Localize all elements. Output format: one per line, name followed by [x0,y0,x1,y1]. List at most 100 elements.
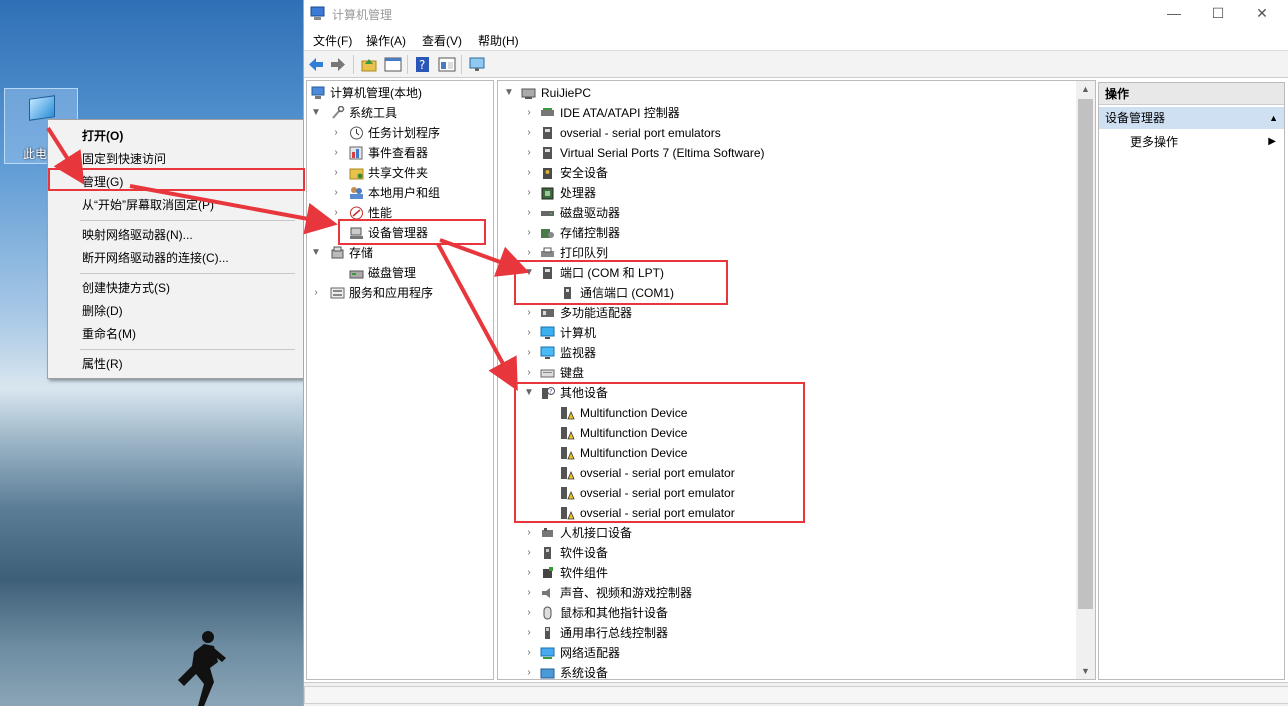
menu-rename[interactable]: 重命名(M) [82,324,136,344]
forward-arrow-icon[interactable] [329,56,347,73]
device-item[interactable]: ovserial - serial port emulator [560,503,1060,523]
expand-chevron-icon[interactable]: › [524,363,534,383]
expand-chevron-icon[interactable]: › [524,563,534,583]
device-item-label: ovserial - serial port emulator [580,486,735,500]
expand-chevron-icon[interactable]: › [524,523,534,543]
device-category[interactable]: › 软件设备 [524,543,1064,563]
menu-action[interactable]: 操作(A) [366,32,406,49]
scroll-down-arrow-icon[interactable]: ▼ [1076,663,1095,679]
collapse-chevron-icon[interactable]: ▼ [311,243,321,263]
device-category[interactable]: › 打印队列 [524,243,1064,263]
expand-chevron-icon[interactable]: › [524,303,534,323]
expand-chevron-icon[interactable]: › [524,343,534,363]
menu-properties[interactable]: 属性(R) [82,354,123,374]
collapse-up-icon[interactable]: ▲ [1269,107,1278,129]
menu-view[interactable]: 查看(V) [422,32,462,49]
maximize-button[interactable]: ☐ [1208,4,1228,22]
collapse-chevron-icon[interactable]: ▼ [504,83,514,103]
expand-chevron-icon[interactable]: › [524,223,534,243]
menu-unpin-start[interactable]: 从“开始”屏幕取消固定(P) [82,195,214,215]
expand-chevron-icon[interactable]: › [331,203,341,223]
device-category[interactable]: ▼? 其他设备 [524,383,1064,403]
device-category[interactable]: › 安全设备 [524,163,1064,183]
show-hide-tree-icon[interactable] [384,56,402,73]
expand-chevron-icon[interactable]: › [331,143,341,163]
menu-manage[interactable]: 管理(G) [82,172,123,192]
up-folder-icon[interactable] [360,56,378,73]
expand-chevron-icon[interactable]: › [524,103,534,123]
expand-chevron-icon[interactable]: › [524,583,534,603]
menu-open[interactable]: 打开(O) [82,126,123,146]
menu-delete[interactable]: 删除(D) [82,301,123,321]
expand-chevron-icon[interactable]: › [331,163,341,183]
device-category[interactable]: › 软件组件 [524,563,1064,583]
submenu-arrow-icon[interactable]: ▶ [1268,133,1276,151]
device-category[interactable]: › 监视器 [524,343,1064,363]
device-category[interactable]: › 人机接口设备 [524,523,1064,543]
scroll-up-arrow-icon[interactable]: ▲ [1076,81,1095,97]
expand-chevron-icon[interactable]: › [311,283,321,303]
device-category[interactable]: › 系统设备 [524,663,1064,679]
expand-chevron-icon[interactable]: › [331,183,341,203]
device-category-label: 磁盘驱动器 [560,206,621,220]
expand-chevron-icon[interactable]: › [524,323,534,343]
menu-disconnect-network-drive[interactable]: 断开网络驱动器的连接(C)... [82,248,229,268]
expand-chevron-icon[interactable]: › [524,603,534,623]
menu-help[interactable]: 帮助(H) [478,32,519,49]
expand-chevron-icon[interactable]: › [331,123,341,143]
menu-create-shortcut[interactable]: 创建快捷方式(S) [82,278,170,298]
software-device-icon [544,547,551,559]
collapse-chevron-icon[interactable]: ▼ [524,383,534,403]
expand-chevron-icon[interactable]: › [524,623,534,643]
properties-view-icon[interactable] [438,56,456,73]
device-category[interactable]: › 网络适配器 [524,643,1064,663]
device-tree-root[interactable]: ▼ RuiJiePC [504,83,1064,103]
device-category[interactable]: › IDE ATA/ATAPI 控制器 [524,103,1064,123]
device-item[interactable]: ovserial - serial port emulator [560,483,1060,503]
device-category[interactable]: › 多功能适配器 [524,303,1064,323]
actions-device-manager[interactable]: 设备管理器 ▲ [1099,107,1284,129]
vertical-scrollbar[interactable]: ▲ ▼ [1076,81,1095,679]
monitor-toolbar-icon[interactable] [468,56,486,73]
expand-chevron-icon[interactable]: › [524,543,534,563]
expand-chevron-icon[interactable]: › [524,203,534,223]
sound-icon [542,588,550,598]
menu-map-network-drive[interactable]: 映射网络驱动器(N)... [82,225,193,245]
collapse-chevron-icon[interactable]: ▼ [311,103,321,123]
device-category[interactable]: › 存储控制器 [524,223,1064,243]
menu-pin-quick-access[interactable]: 固定到快速访问 [82,149,166,169]
more-actions[interactable]: 更多操作 [1130,133,1178,151]
minimize-button[interactable]: — [1164,4,1184,22]
clock-icon [350,126,363,140]
device-category[interactable]: › ovserial - serial port emulators [524,123,1064,143]
scrollbar-thumb[interactable] [1078,99,1093,609]
expand-chevron-icon[interactable]: › [524,643,534,663]
device-item[interactable]: ovserial - serial port emulator [560,463,1060,483]
device-category[interactable]: › Virtual Serial Ports 7 (Eltima Software… [524,143,1064,163]
expand-chevron-icon[interactable]: › [524,143,534,163]
expand-chevron-icon[interactable]: › [524,243,534,263]
device-item[interactable]: Multifunction Device [560,443,1060,463]
device-category[interactable]: › 键盘 [524,363,1064,383]
collapse-chevron-icon[interactable]: ▼ [524,263,534,283]
expand-chevron-icon[interactable]: › [524,663,534,679]
device-category[interactable]: › 声音、视频和游戏控制器 [524,583,1064,603]
device-category[interactable]: › 鼠标和其他指针设备 [524,603,1064,623]
back-arrow-icon[interactable] [307,56,325,73]
device-item[interactable]: Multifunction Device [560,423,1060,443]
expand-chevron-icon[interactable]: › [524,183,534,203]
device-category[interactable]: › 计算机 [524,323,1064,343]
device-category[interactable]: › 磁盘驱动器 [524,203,1064,223]
device-category[interactable]: › 通用串行总线控制器 [524,623,1064,643]
menu-file[interactable]: 文件(F) [313,32,352,49]
expand-chevron-icon[interactable]: › [524,163,534,183]
close-button[interactable]: ✕ [1252,4,1272,22]
device-category[interactable]: › 处理器 [524,183,1064,203]
device-category[interactable]: ▼ 端口 (COM 和 LPT) [524,263,1064,283]
security-icon [543,168,552,179]
help-icon[interactable]: ? [414,56,432,73]
device-item[interactable]: Multifunction Device [560,403,1060,423]
expand-chevron-icon[interactable]: › [524,123,534,143]
device-item[interactable]: 通信端口 (COM1) [560,283,1060,303]
title-bar[interactable]: 计算机管理 — ☐ ✕ [304,0,1288,28]
